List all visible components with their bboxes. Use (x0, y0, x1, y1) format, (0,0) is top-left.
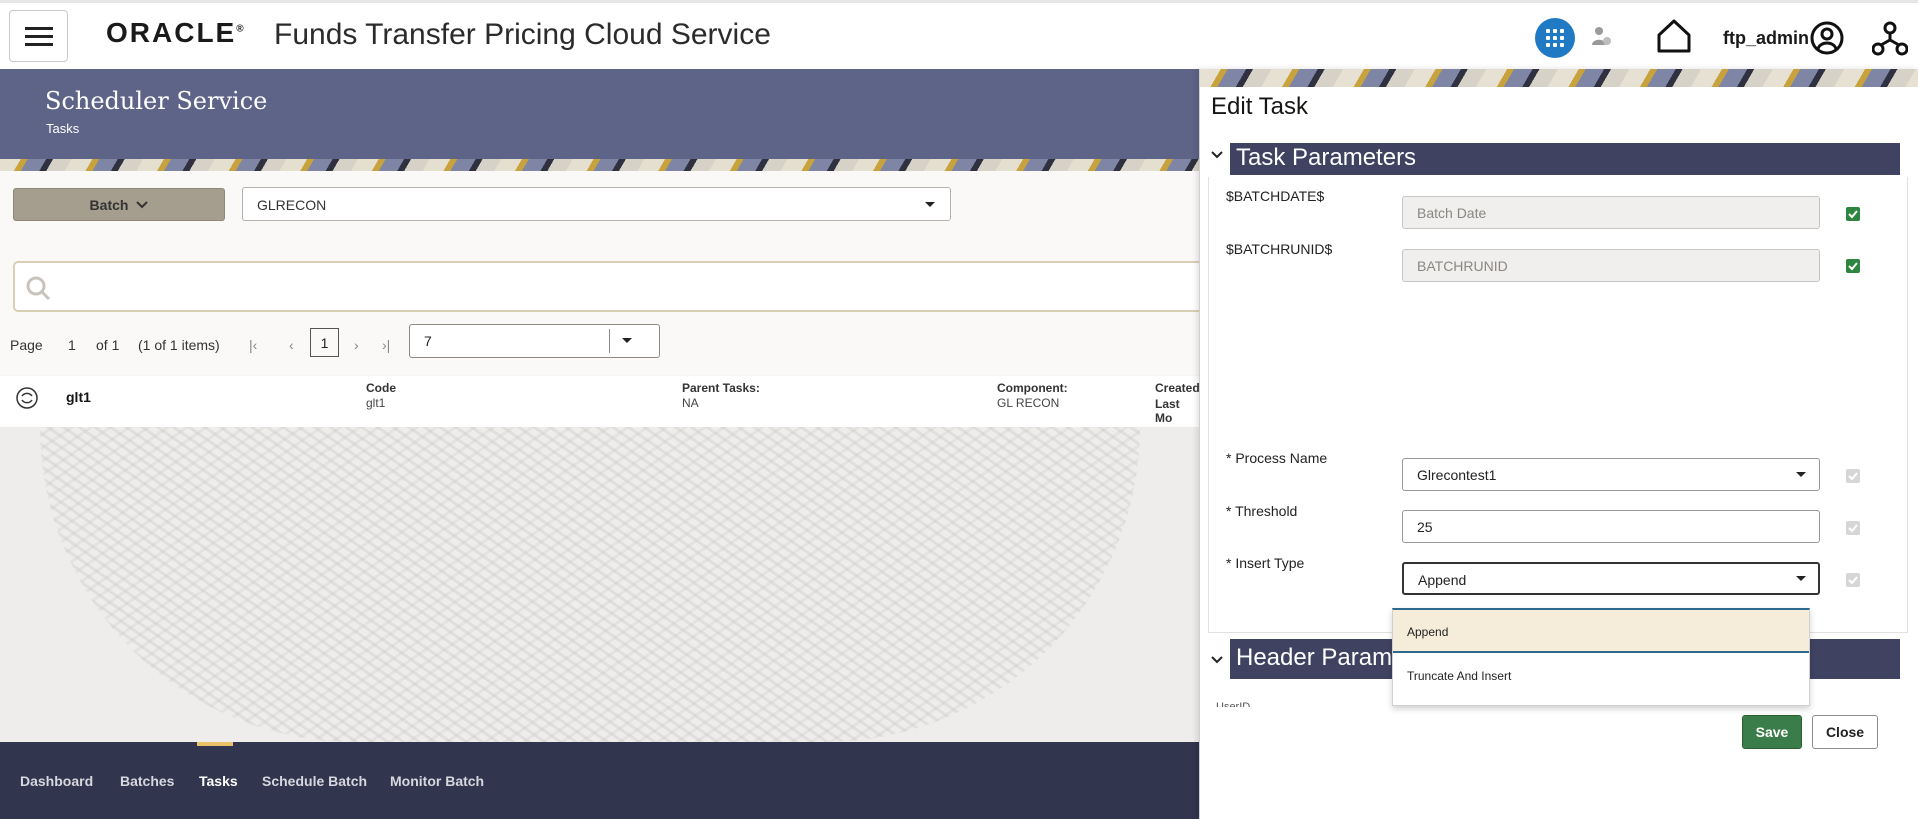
page-label: Page (10, 337, 43, 353)
hierarchy-icon[interactable] (1872, 21, 1908, 57)
chevron-down-icon (136, 200, 149, 208)
oracle-logo: ORACLE® (106, 17, 246, 48)
bottom-navigation: Dashboard Batches Tasks Schedule Batch M… (0, 742, 1200, 819)
nav-batches[interactable]: Batches (120, 773, 174, 789)
insert-type-checkbox (1846, 573, 1860, 587)
nav-monitor-batch[interactable]: Monitor Batch (390, 773, 484, 789)
next-page-icon[interactable]: › (354, 337, 359, 353)
drawer-decoration (1200, 69, 1918, 87)
edit-task-drawer: Edit Task Task Parameters $BATCHDATE$ Ba… (1199, 69, 1918, 819)
check-icon (1848, 472, 1858, 481)
batchrunid-field: BATCHRUNID (1402, 249, 1820, 282)
batchrunid-checkbox[interactable] (1846, 259, 1860, 273)
search-icon (26, 276, 51, 301)
batchdate-field: Batch Date (1402, 196, 1820, 229)
batchdate-checkbox[interactable] (1846, 207, 1860, 221)
close-button[interactable]: Close (1812, 715, 1878, 749)
check-icon (1848, 210, 1858, 219)
menu-button[interactable] (9, 10, 68, 62)
hamburger-icon (25, 27, 53, 30)
insert-type-dropdown: Append Truncate And Insert (1392, 608, 1810, 706)
tasks-panel: Batch GLRECON Page 1 of 1 (1 of 1 items)… (0, 171, 1203, 427)
app-grid-button[interactable] (1535, 18, 1575, 58)
item-count: (1 of 1 items) (138, 337, 220, 353)
nav-dashboard[interactable]: Dashboard (20, 773, 93, 789)
caret-down-icon (1796, 472, 1806, 477)
page-title: Scheduler Service (45, 87, 268, 115)
active-tab-indicator (197, 742, 233, 746)
page-subtitle: Tasks (46, 121, 80, 136)
param-label-threshold: * Threshold (1226, 503, 1298, 519)
option-truncate-and-insert[interactable]: Truncate And Insert (1393, 654, 1809, 697)
component-label: Component: (997, 381, 1068, 395)
check-icon (1848, 262, 1858, 271)
header-param-label: UserID (1216, 701, 1251, 707)
page-number: 1 (68, 337, 76, 353)
insert-type-select[interactable]: Append (1402, 562, 1820, 595)
task-name[interactable]: glt1 (66, 389, 91, 405)
product-title: Funds Transfer Pricing Cloud Service (274, 18, 771, 51)
code-label: Code (366, 381, 396, 395)
option-append[interactable]: Append (1393, 610, 1809, 653)
process-name-checkbox (1846, 469, 1860, 483)
drawer-title: Edit Task (1211, 93, 1308, 120)
check-icon (1848, 576, 1858, 585)
collapse-chevron-icon[interactable] (1211, 654, 1223, 666)
param-label-batchdate: $BATCHDATE$ (1226, 188, 1325, 204)
parent-tasks-label: Parent Tasks: (682, 381, 760, 395)
search-input[interactable] (13, 261, 1203, 312)
created-label: Created (1155, 381, 1200, 395)
background-texture (0, 427, 1200, 742)
first-page-icon[interactable]: |‹ (249, 337, 257, 353)
check-icon (1848, 524, 1858, 533)
table-row[interactable]: glt1 Code glt1 Parent Tasks: NA Componen… (0, 376, 1200, 427)
app-header: ORACLE® Funds Transfer Pricing Cloud Ser… (0, 0, 1918, 69)
page-count: of 1 (96, 337, 120, 353)
process-name-select[interactable]: Glrecontest1 (1402, 458, 1820, 491)
batch-menu-button[interactable]: Batch (13, 188, 225, 221)
current-page-button[interactable]: 1 (310, 328, 339, 357)
nav-schedule-batch[interactable]: Schedule Batch (262, 773, 367, 789)
parent-tasks-value: NA (682, 396, 699, 410)
last-page-icon[interactable]: ›| (382, 337, 390, 353)
threshold-checkbox (1846, 521, 1860, 535)
threshold-input[interactable]: 25 (1402, 510, 1820, 543)
previous-page-icon[interactable]: ‹ (289, 337, 294, 353)
user-avatar-icon[interactable] (1810, 21, 1844, 55)
grid-icon (1546, 29, 1564, 47)
caret-down-icon (622, 338, 632, 343)
task-parameters-section: $BATCHDATE$ Batch Date $BATCHRUNID$ BATC… (1208, 177, 1908, 633)
param-label-insert-type: * Insert Type (1226, 555, 1305, 571)
nav-tasks[interactable]: Tasks (199, 773, 238, 789)
username[interactable]: ftp_admin (1723, 28, 1809, 49)
param-label-batchrunid: $BATCHRUNID$ (1226, 241, 1333, 257)
task-parameters-header[interactable]: Task Parameters (1230, 143, 1900, 175)
user-settings-icon[interactable] (1590, 25, 1612, 47)
caret-down-icon (1796, 576, 1806, 581)
banner-decoration (0, 159, 1200, 171)
param-label-process-name: * Process Name (1226, 450, 1328, 466)
task-status-icon (16, 387, 38, 409)
collapse-chevron-icon[interactable] (1211, 149, 1223, 161)
page-banner: Scheduler Service Tasks (0, 69, 1200, 171)
batch-select[interactable]: GLRECON (242, 187, 951, 221)
caret-down-icon (925, 202, 935, 207)
save-button[interactable]: Save (1742, 715, 1802, 749)
last-modified-label: Last Mo (1155, 397, 1180, 425)
home-icon[interactable] (1655, 17, 1693, 55)
page-size-select[interactable]: 7 (409, 324, 660, 358)
component-value: GL RECON (997, 396, 1060, 410)
code-value: glt1 (366, 396, 386, 410)
